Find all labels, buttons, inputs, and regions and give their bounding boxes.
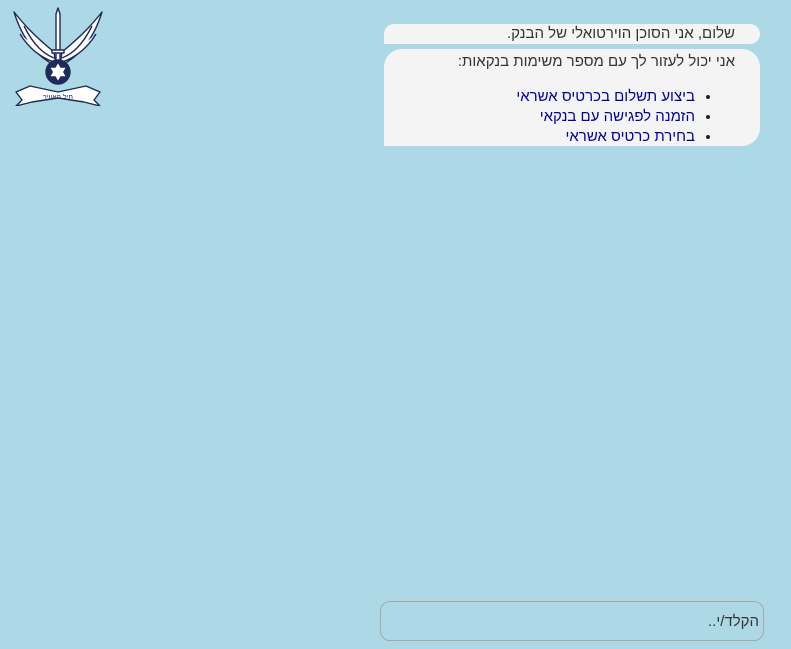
option-list: ביצוע תשלום בכרטיס אשראי הזמנה לפגישה עם… <box>398 87 735 147</box>
air-force-emblem-icon: חיל האוויר <box>10 6 106 107</box>
logo-text: חיל האוויר <box>43 93 73 101</box>
option-link-card[interactable]: בחירת כרטיס אשראי <box>565 128 695 145</box>
option-link-meeting[interactable]: הזמנה לפגישה עם בנקאי <box>540 108 695 125</box>
message-input[interactable] <box>381 602 763 640</box>
option-link-payment[interactable]: ביצוע תשלום בכרטיס אשראי <box>516 88 695 105</box>
message-input-box <box>380 601 764 641</box>
option-item: ביצוע תשלום בכרטיס אשראי <box>398 87 695 107</box>
bot-message-greeting: שלום, אני הסוכן הוירטואלי של הבנק. <box>384 24 760 44</box>
option-item: הזמנה לפגישה עם בנקאי <box>398 107 695 127</box>
bot-message-options: אני יכול לעזור לך עם מספר משימות בנקאות:… <box>384 49 760 146</box>
option-item: בחירת כרטיס אשראי <box>398 127 695 147</box>
intro-text: אני יכול לעזור לך עם מספר משימות בנקאות: <box>457 53 735 70</box>
chat-thread: שלום, אני הסוכן הוירטואלי של הבנק. אני י… <box>384 24 760 151</box>
greeting-text: שלום, אני הסוכן הוירטואלי של הבנק. <box>506 25 735 42</box>
